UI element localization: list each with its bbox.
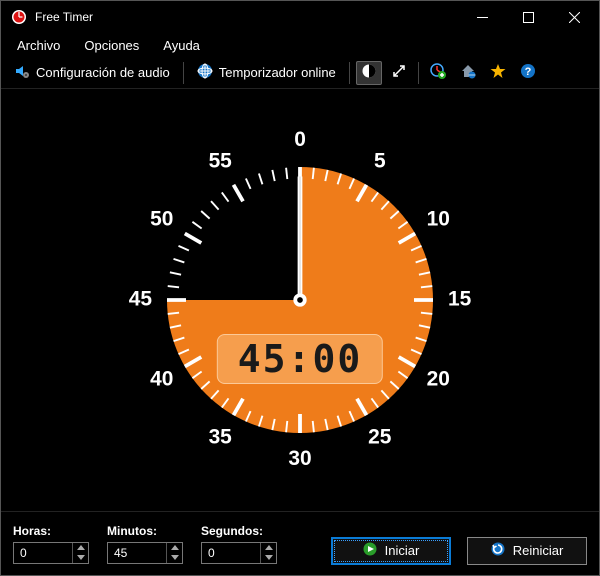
seconds-input[interactable] [202, 543, 260, 563]
hours-spinner[interactable] [13, 542, 89, 564]
minutes-down-button[interactable] [167, 553, 182, 563]
seconds-up-button[interactable] [261, 543, 276, 553]
hours-label: Horas: [13, 524, 89, 538]
contrast-toggle-button[interactable] [356, 61, 382, 85]
contrast-icon [361, 63, 377, 82]
refresh-icon [491, 542, 505, 559]
favorite-button[interactable] [485, 61, 511, 85]
fullscreen-button[interactable] [386, 61, 412, 85]
seconds-label: Segundos: [201, 524, 277, 538]
help-button[interactable]: ? [515, 61, 541, 85]
minutes-spinner[interactable] [107, 542, 183, 564]
hours-up-button[interactable] [73, 543, 88, 553]
toolbar: Configuración de audio Temporizador onli… [1, 57, 599, 89]
clock-numeral: 5 [374, 149, 386, 172]
clock-numeral: 50 [150, 208, 173, 231]
menu-ayuda[interactable]: Ayuda [153, 36, 210, 55]
clock-numeral: 40 [150, 367, 173, 390]
online-timer-label: Temporizador online [219, 65, 336, 80]
star-icon [490, 63, 506, 82]
reset-button[interactable]: Reiniciar [467, 537, 587, 565]
toolbar-separator [418, 62, 419, 84]
clock-area: 0 5 10 15 20 25 30 35 40 45 50 55 45:00 [1, 89, 599, 511]
globe-icon [197, 63, 213, 82]
clock-numeral: 55 [209, 149, 233, 172]
minutes-input[interactable] [108, 543, 166, 563]
audio-config-button[interactable]: Configuración de audio [7, 59, 177, 86]
digital-display: 45:00 [217, 334, 383, 384]
expand-icon [392, 64, 406, 81]
clock-numeral: 0 [294, 128, 306, 151]
window-title: Free Timer [35, 10, 459, 24]
seconds-down-button[interactable] [261, 553, 276, 563]
audio-config-label: Configuración de audio [36, 65, 170, 80]
start-label: Iniciar [385, 543, 420, 558]
analog-clock[interactable]: 0 5 10 15 20 25 30 35 40 45 50 55 [110, 110, 490, 490]
app-icon [11, 9, 27, 25]
maximize-button[interactable] [505, 1, 551, 33]
reset-label: Reiniciar [513, 543, 564, 558]
home-globe-icon [460, 63, 476, 82]
clock-numeral: 35 [209, 426, 233, 449]
titlebar: Free Timer [1, 1, 599, 33]
clock-numeral: 20 [427, 367, 450, 390]
bottom-bar: Horas: Minutos: Segundos: [1, 511, 599, 575]
minutes-field-group: Minutos: [107, 524, 183, 564]
app-window: Free Timer Archivo Opciones Ayuda Config… [0, 0, 600, 576]
speaker-gear-icon [14, 63, 30, 82]
clock-numeral: 30 [288, 447, 311, 470]
toolbar-separator [183, 62, 184, 84]
seconds-spinner[interactable] [201, 542, 277, 564]
minimize-button[interactable] [459, 1, 505, 33]
menu-opciones[interactable]: Opciones [74, 36, 149, 55]
clock-numeral: 45 [129, 288, 153, 311]
hours-down-button[interactable] [73, 553, 88, 563]
toolbar-separator [349, 62, 350, 84]
seconds-field-group: Segundos: [201, 524, 277, 564]
help-icon: ? [520, 63, 536, 82]
clock-numeral: 25 [368, 426, 392, 449]
svg-text:?: ? [524, 66, 531, 78]
hours-input[interactable] [14, 543, 72, 563]
online-timer-button[interactable]: Temporizador online [190, 59, 343, 86]
home-button[interactable] [455, 61, 481, 85]
minutes-label: Minutos: [107, 524, 183, 538]
menu-archivo[interactable]: Archivo [7, 36, 70, 55]
clock-plus-icon [430, 63, 446, 82]
close-button[interactable] [551, 1, 597, 33]
start-button[interactable]: Iniciar [331, 537, 451, 565]
menubar: Archivo Opciones Ayuda [1, 33, 599, 57]
clock-numeral: 10 [427, 208, 450, 231]
add-clock-button[interactable] [425, 61, 451, 85]
hours-field-group: Horas: [13, 524, 89, 564]
clock-numeral: 15 [448, 288, 472, 311]
minutes-up-button[interactable] [167, 543, 182, 553]
play-icon [363, 542, 377, 559]
